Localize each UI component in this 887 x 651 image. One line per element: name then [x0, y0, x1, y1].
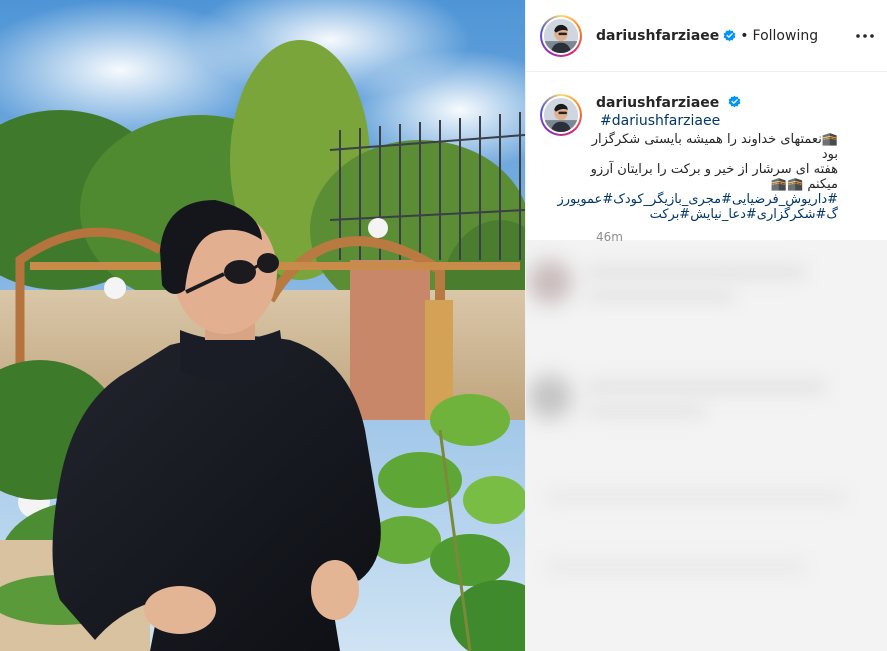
- blurred-text: [586, 265, 806, 279]
- caption-comment: dariushfarziaee #dariushfarziaee 🕋نعمتها…: [526, 72, 887, 244]
- header-separator: •: [740, 27, 749, 44]
- post-sidebar: dariushfarziaee • Following dariushfarzi…: [525, 0, 887, 651]
- following-button[interactable]: Following: [753, 28, 819, 44]
- blurred-comments-area: [526, 240, 887, 651]
- blurred-text: [586, 290, 736, 302]
- blurred-avatar: [528, 375, 572, 419]
- author-username[interactable]: dariushfarziaee: [596, 28, 719, 44]
- avatar-photo: [544, 98, 578, 132]
- post-image: [0, 0, 525, 651]
- verified-badge-icon: [723, 29, 736, 42]
- author-avatar[interactable]: [540, 14, 582, 57]
- caption-author-avatar[interactable]: [540, 94, 582, 136]
- caption-text: 🕋نعمتهای خداوند را همیشه بایستی شکرگزار …: [557, 132, 838, 222]
- blurred-text: [546, 560, 806, 574]
- post-timestamp[interactable]: 46m: [596, 230, 846, 244]
- more-horizontal-icon: [856, 34, 874, 38]
- caption-hashtags[interactable]: گ#شکرگزاری#دعا_نیایش#برکت: [588, 207, 838, 222]
- caption-hashtags[interactable]: #داریوش_فرضیایی#مجری_بازیگر_کودک#عمویورز: [557, 192, 838, 207]
- caption-line: 🕋نعمتهای خداوند را همیشه بایستی شکرگزار …: [591, 132, 838, 162]
- avatar-photo: [544, 18, 578, 53]
- caption-hashtag-link[interactable]: #dariushfarziaee: [600, 113, 720, 129]
- blurred-avatar: [528, 260, 572, 304]
- blurred-text: [586, 380, 826, 394]
- caption-line: میکنم 🕋🕋: [770, 177, 838, 192]
- blurred-text: [546, 490, 846, 504]
- more-options-button[interactable]: [855, 26, 875, 46]
- caption-author-username[interactable]: dariushfarziaee: [596, 95, 719, 111]
- post-header: dariushfarziaee • Following: [526, 0, 887, 72]
- post-photo[interactable]: [0, 0, 525, 651]
- blurred-text: [586, 405, 706, 417]
- caption-line: هفته ای سرشار از خیر و برکت را برایتان آ…: [590, 162, 838, 177]
- verified-badge-icon: [728, 95, 741, 108]
- caption-body: dariushfarziaee #dariushfarziaee 🕋نعمتها…: [557, 94, 846, 244]
